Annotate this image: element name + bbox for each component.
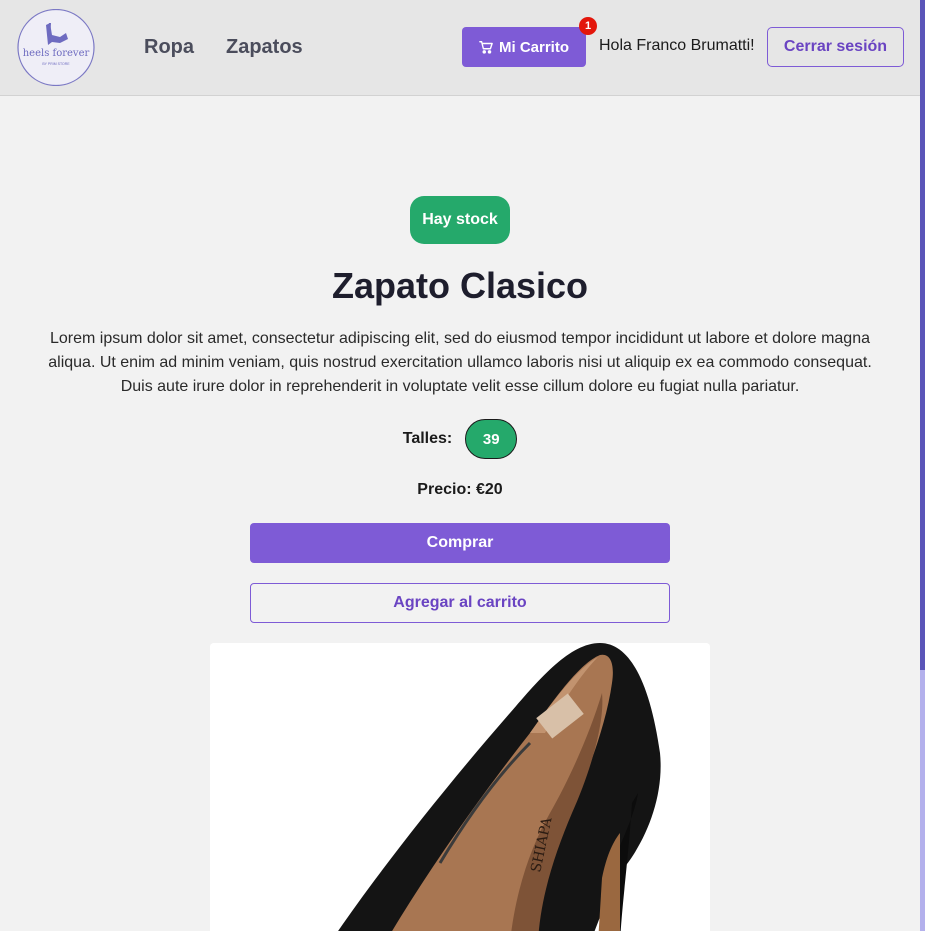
size-option-39[interactable]: 39 [465,419,518,459]
sizes-label: Talles: [402,430,453,447]
scrollbar-thumb[interactable] [920,0,925,670]
product-image: SHIAPA [210,643,710,931]
cart-count-badge: 1 [579,17,597,35]
user-greeting: Hola Franco Brumatti! [599,37,755,54]
product-price: Precio: €20 [417,481,503,498]
svg-text:BY PRIM STORE: BY PRIM STORE [42,62,70,66]
logout-button[interactable]: Cerrar sesión [767,27,904,67]
svg-text:heels forever: heels forever [23,48,90,59]
cart-icon [479,41,493,54]
cart-label: Mi Carrito [498,38,569,56]
brand-logo[interactable]: heels forever BY PRIM STORE [16,9,96,86]
sizes-row: Talles: 39 [0,419,920,459]
buy-button[interactable]: Comprar [250,523,670,563]
nav-link-ropa[interactable]: Ropa [144,36,194,59]
stock-badge: Hay stock [410,196,510,244]
black-high-heel-shoe-image: SHIAPA [210,643,710,931]
product-description: Lorem ipsum dolor sit amet, consectetur … [48,330,872,395]
add-to-cart-button[interactable]: Agregar al carrito [250,583,670,623]
site-header: heels forever BY PRIM STORE Ropa Zapatos… [0,0,920,96]
nav-link-zapatos[interactable]: Zapatos [226,36,303,59]
product-title: Zapato Clasico [331,265,589,306]
page-scrollbar[interactable] [920,0,925,931]
cart-button[interactable]: Mi Carrito [462,27,586,67]
